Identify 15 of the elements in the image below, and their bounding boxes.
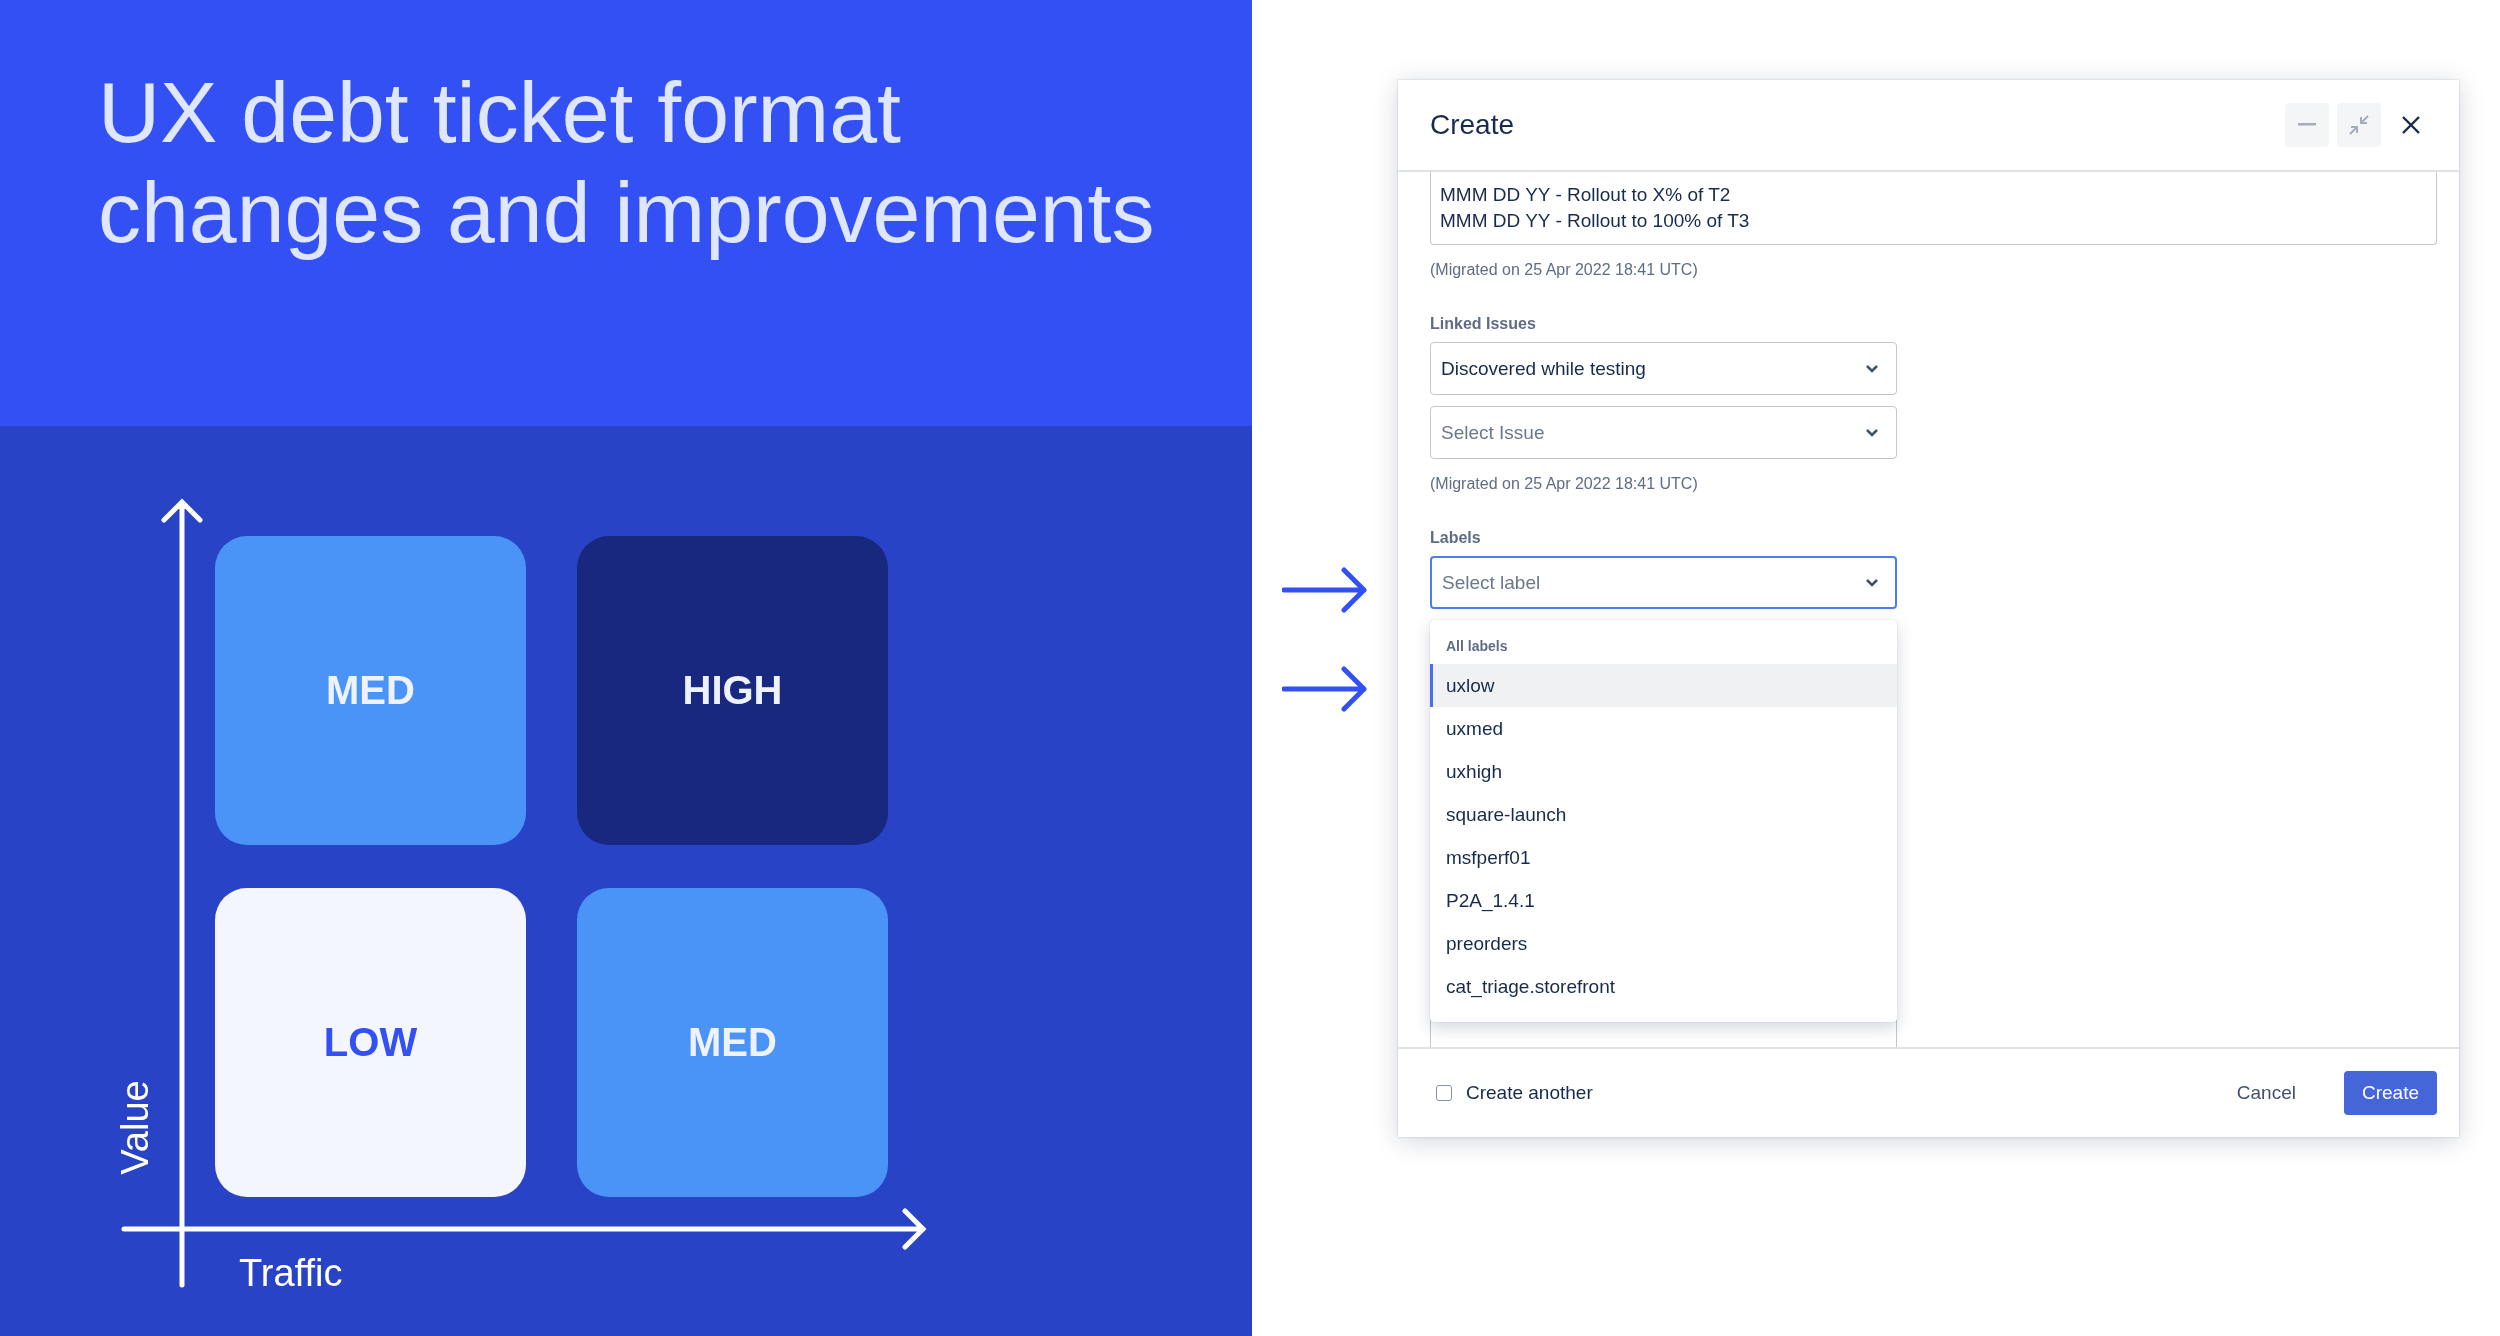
helper-text: (Migrated on 25 Apr 2022 18:41 UTC)	[1430, 261, 1698, 279]
slide-title: UX debt ticket format changes and improvements	[98, 63, 1156, 262]
dialog-title: Create	[1430, 109, 1515, 141]
menu-heading: All labels	[1445, 637, 1509, 656]
description-line: MMM DD YY - Rollout to X% of T2	[1440, 183, 1732, 207]
field-label: Labels	[1430, 529, 1481, 547]
axis-label: Value	[113, 1080, 157, 1175]
description-line: MMM DD YY - Rollout to 100% of T3	[1440, 209, 1751, 233]
tile-label: LOW	[323, 1020, 418, 1065]
axis-label: Traffic	[239, 1252, 343, 1295]
tile-label: MED	[326, 668, 415, 713]
helper-text: (Migrated on 25 Apr 2022 18:41 UTC)	[1430, 475, 1698, 493]
tile-label: HIGH	[682, 668, 783, 713]
tile-label: MED	[688, 1020, 777, 1065]
field-label: Linked Issues	[1430, 315, 1536, 333]
